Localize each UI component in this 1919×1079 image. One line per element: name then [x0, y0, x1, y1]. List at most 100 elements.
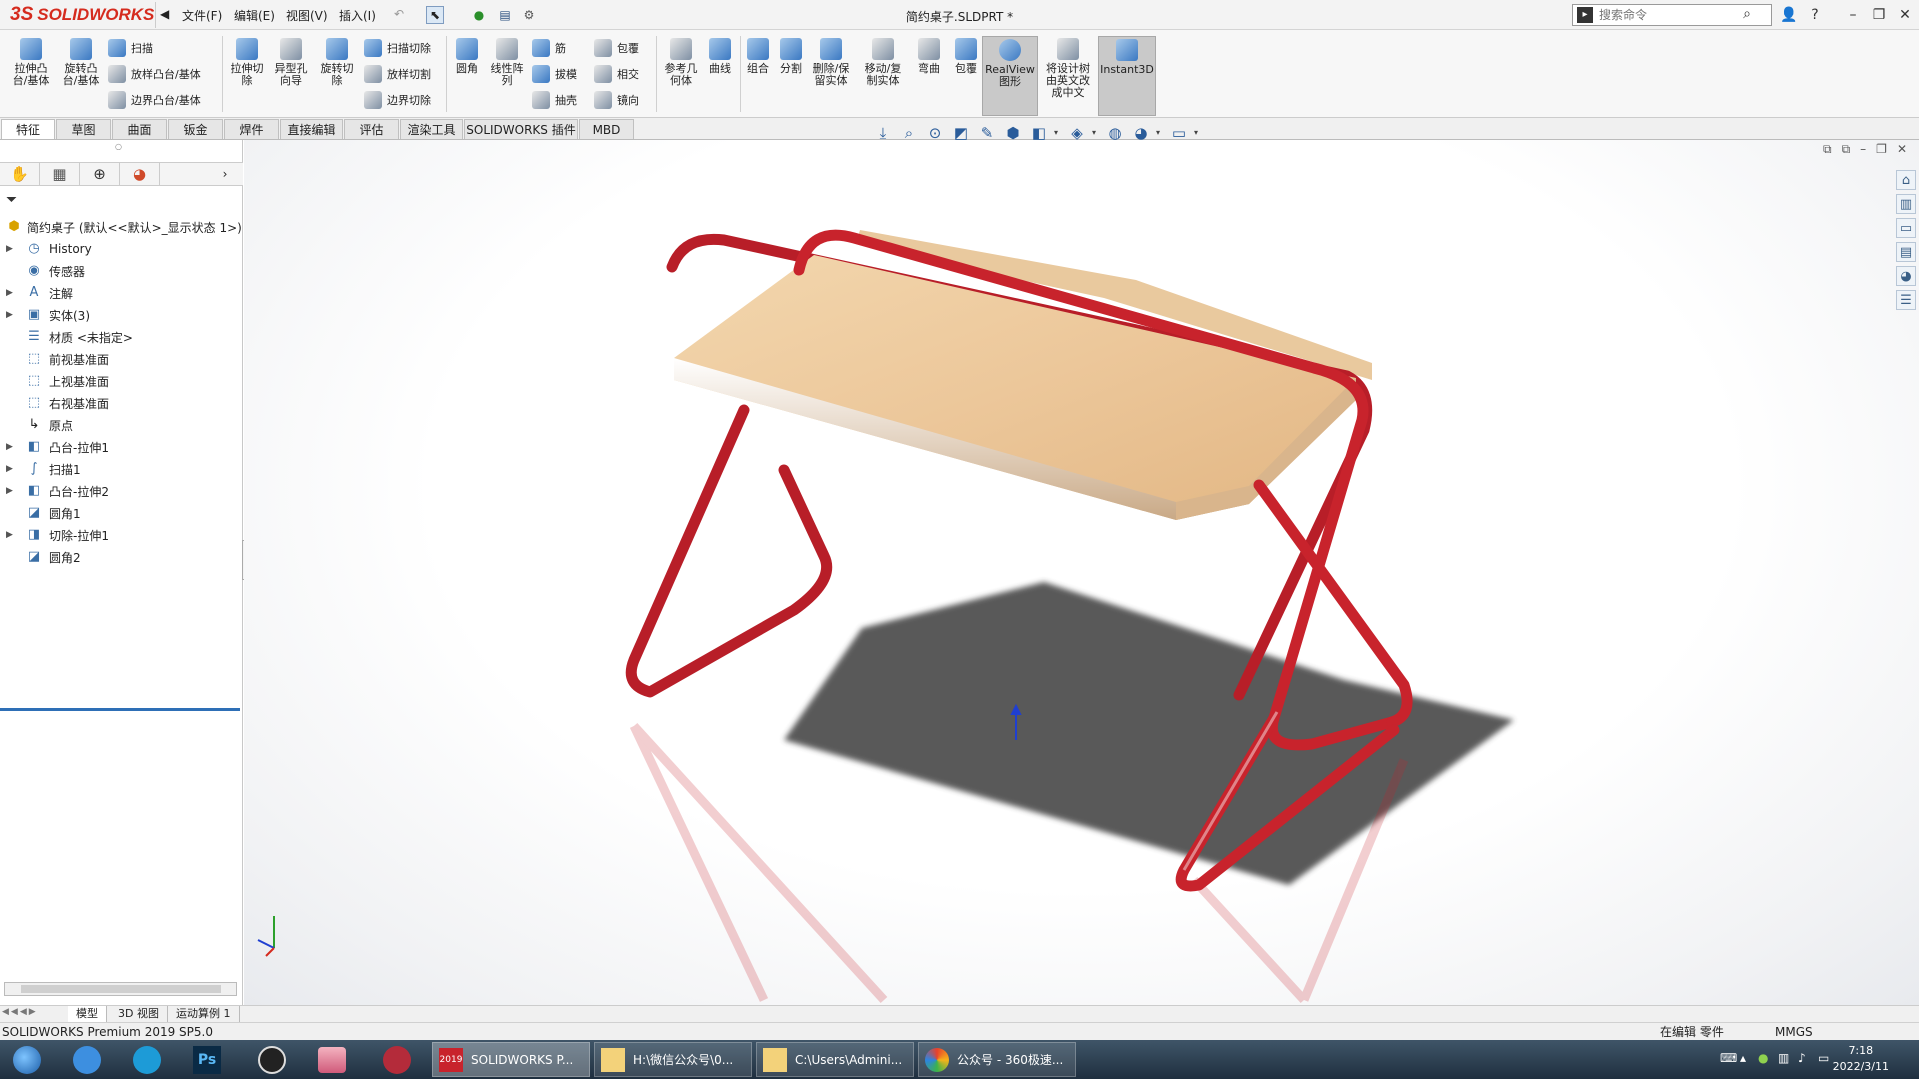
- tree-item-history[interactable]: ▶ ◷ History: [0, 238, 243, 260]
- tree-horizontal-scrollbar[interactable]: [4, 982, 237, 996]
- taskbar-app-6[interactable]: [370, 1042, 424, 1077]
- custom-properties-icon[interactable]: ☰: [1896, 290, 1916, 310]
- user-icon[interactable]: 👤: [1778, 4, 1800, 26]
- taskbar-app-4[interactable]: [245, 1042, 299, 1077]
- scrollbar-thumb[interactable]: [21, 985, 221, 993]
- expand-arrow-icon[interactable]: ▶: [6, 486, 13, 496]
- chevron-down-icon[interactable]: ▾: [1156, 122, 1164, 144]
- tree-item-boss-extrude2[interactable]: ▶ ◧ 凸台-拉伸2: [0, 480, 243, 502]
- view-orientation-icon[interactable]: ⬢: [1002, 122, 1024, 144]
- configurationmanager-tab-icon[interactable]: ⊕: [80, 163, 120, 185]
- options-gear-icon[interactable]: ⚙: [520, 6, 538, 24]
- rollback-bar[interactable]: [0, 708, 240, 711]
- table-model[interactable]: [244, 140, 1919, 1005]
- solidworks-resources-icon[interactable]: ⌂: [1896, 170, 1916, 190]
- instant3d-button[interactable]: Instant3D: [1098, 36, 1156, 116]
- view-palette-icon[interactable]: ▤: [1896, 242, 1916, 262]
- section-view-icon[interactable]: ◩: [950, 122, 972, 144]
- design-tree-translate-button[interactable]: 将设计树 由英文改 成中文: [1040, 36, 1096, 116]
- apply-scene-icon[interactable]: ◕: [1130, 122, 1152, 144]
- tray-chevron-icon[interactable]: ▴: [1740, 1051, 1746, 1065]
- taskbar-app-5[interactable]: [305, 1042, 359, 1077]
- tree-item-fillet1[interactable]: ◪ 圆角1: [0, 502, 243, 524]
- network-icon[interactable]: ▥: [1778, 1051, 1789, 1065]
- tree-root-part[interactable]: ⬢ 简约桌子 (默认<<默认>_显示状态 1>): [0, 216, 243, 238]
- revolve-boss-button[interactable]: 旋转凸 台/基体: [58, 36, 104, 116]
- wrap-button[interactable]: 包覆: [594, 37, 639, 59]
- tab-render-tools[interactable]: 渲染工具: [400, 119, 463, 139]
- view-settings-icon[interactable]: ▭: [1168, 122, 1190, 144]
- lofted-cut-button[interactable]: 放样切割: [364, 63, 431, 85]
- tree-item-origin[interactable]: ↳ 原点: [0, 414, 243, 436]
- viewport-next-icon[interactable]: ⧉: [1842, 142, 1851, 157]
- swept-cut-button[interactable]: 扫描切除: [364, 37, 431, 59]
- rebuild-icon[interactable]: ●: [470, 6, 488, 24]
- tree-item-boss-extrude1[interactable]: ▶ ◧ 凸台-拉伸1: [0, 436, 243, 458]
- expand-arrow-icon[interactable]: ▶: [6, 288, 13, 298]
- tree-item-annotations[interactable]: ▶ A 注解: [0, 282, 243, 304]
- expand-arrow-icon[interactable]: ▶: [6, 244, 13, 254]
- tab-features[interactable]: 特征: [1, 119, 55, 139]
- menu-expand-arrow-icon[interactable]: ◀: [160, 7, 169, 21]
- panel-grip-icon[interactable]: ○: [115, 142, 122, 151]
- zoom-to-fit-icon[interactable]: ⤓: [872, 122, 894, 144]
- move-copy-body-button[interactable]: 移动/复 制实体: [860, 36, 906, 116]
- file-explorer-icon[interactable]: ▭: [1896, 218, 1916, 238]
- taskbar-app-1[interactable]: [60, 1042, 114, 1077]
- chevron-down-icon[interactable]: ▾: [1194, 122, 1202, 144]
- appearances-icon[interactable]: ◕: [1896, 266, 1916, 286]
- filter-icon[interactable]: ⏷: [6, 192, 17, 208]
- expand-arrow-icon[interactable]: ▶: [6, 310, 13, 320]
- hole-wizard-button[interactable]: 异型孔 向导: [268, 36, 314, 116]
- sweep-button[interactable]: 扫描: [108, 37, 153, 59]
- taskbar-app-2[interactable]: [120, 1042, 174, 1077]
- restore-icon[interactable]: ❐: [1868, 4, 1890, 26]
- tab-sketch[interactable]: 草图: [56, 119, 111, 139]
- keyboard-icon[interactable]: ⌨: [1720, 1051, 1737, 1065]
- loft-boss-button[interactable]: 放样凸台/基体: [108, 63, 201, 85]
- tree-item-front-plane[interactable]: ⬚ 前视基准面: [0, 348, 243, 370]
- tab-mbd[interactable]: MBD: [579, 119, 634, 139]
- boundary-boss-button[interactable]: 边界凸台/基体: [108, 89, 201, 111]
- menu-view[interactable]: 视图(V): [286, 7, 328, 24]
- mirror-button[interactable]: 镜向: [594, 89, 639, 111]
- shell-button[interactable]: 抽壳: [532, 89, 577, 111]
- viewport-minimize-icon[interactable]: –: [1860, 142, 1866, 157]
- linear-pattern-button[interactable]: 线性阵 列: [484, 36, 530, 116]
- display-icon[interactable]: ▭: [1818, 1051, 1829, 1065]
- delete-keep-body-button[interactable]: 删除/保 留实体: [808, 36, 854, 116]
- solidworks-logo[interactable]: 3S SOLIDWORKS: [10, 4, 154, 26]
- tab-direct-editing[interactable]: 直接编辑: [280, 119, 343, 139]
- tab-surfaces[interactable]: 曲面: [112, 119, 167, 139]
- close-icon[interactable]: ✕: [1894, 4, 1916, 26]
- expand-arrow-icon[interactable]: ▶: [6, 464, 13, 474]
- chevron-down-icon[interactable]: ▾: [1092, 122, 1100, 144]
- unit-system[interactable]: MMGS: [1775, 1023, 1813, 1041]
- task-360-browser[interactable]: 公众号 - 360极速...: [918, 1042, 1076, 1077]
- realview-button[interactable]: RealView 图形: [982, 36, 1038, 116]
- propertymanager-tab-icon[interactable]: ▦: [40, 163, 80, 185]
- tree-item-solid-bodies[interactable]: ▶ ▣ 实体(3): [0, 304, 243, 326]
- select-pointer-icon[interactable]: ⬉: [426, 6, 444, 24]
- tree-item-cut-extrude1[interactable]: ▶ ◨ 切除-拉伸1: [0, 524, 243, 546]
- tab-motion-study[interactable]: 运动算例 1: [168, 1006, 240, 1022]
- menu-edit[interactable]: 编辑(E): [234, 7, 275, 24]
- revolve-cut-button[interactable]: 旋转切 除: [314, 36, 360, 116]
- more-tabs-chevron-icon[interactable]: ›: [210, 163, 240, 185]
- taskbar-photoshop[interactable]: Ps: [180, 1042, 234, 1077]
- tab-3d-view[interactable]: 3D 视图: [110, 1006, 168, 1022]
- zoom-to-area-icon[interactable]: ⌕: [898, 122, 920, 144]
- clock[interactable]: 7:18 2022/3/11: [1833, 1043, 1889, 1075]
- viewport-close-icon[interactable]: ✕: [1897, 142, 1907, 157]
- security-icon[interactable]: ●: [1758, 1051, 1768, 1065]
- hide-show-items-icon[interactable]: ◈: [1066, 122, 1088, 144]
- chevron-down-icon[interactable]: ▾: [1054, 122, 1062, 144]
- tree-item-top-plane[interactable]: ⬚ 上视基准面: [0, 370, 243, 392]
- tree-item-right-plane[interactable]: ⬚ 右视基准面: [0, 392, 243, 414]
- boundary-cut-button[interactable]: 边界切除: [364, 89, 431, 111]
- file-properties-icon[interactable]: ▤: [496, 6, 514, 24]
- tab-evaluate[interactable]: 评估: [344, 119, 399, 139]
- tree-item-sensors[interactable]: ◉ 传感器: [0, 260, 243, 282]
- rib-button[interactable]: 筋: [532, 37, 566, 59]
- dynamic-annotation-icon[interactable]: ✎: [976, 122, 998, 144]
